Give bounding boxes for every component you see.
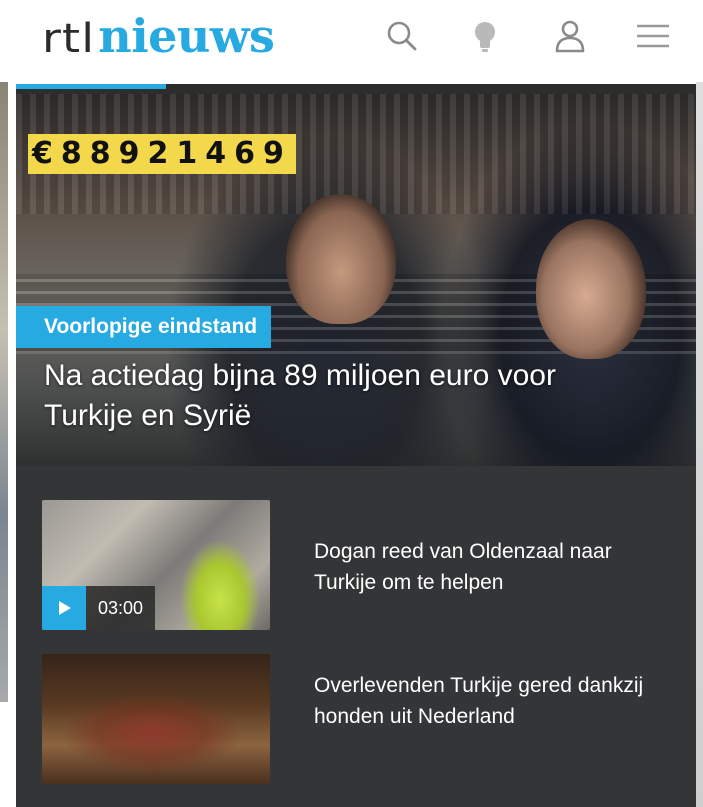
hero-article[interactable]: €88921469 Voorlopige eindstand Na actied… — [16, 84, 696, 466]
site-header: rtl nieuws — [0, 0, 703, 82]
logo-nieuws-text: nieuws — [98, 9, 275, 63]
logo-rtl-text: rtl — [42, 16, 96, 62]
bulb-icon[interactable] — [465, 16, 505, 56]
user-icon[interactable] — [550, 16, 590, 56]
article-title[interactable]: Overlevenden Turkije gered dankzij honde… — [314, 670, 654, 732]
hero-label-badge: Voorlopige eindstand — [16, 306, 272, 348]
article-thumbnail[interactable] — [42, 654, 270, 784]
list-item[interactable]: 03:00 Dogan reed van Oldenzaal naar Turk… — [16, 500, 696, 630]
article-title[interactable]: Dogan reed van Oldenzaal naar Turkije om… — [314, 536, 654, 598]
hero-headline[interactable]: Na actiedag bijna 89 miljoen euro voor T… — [44, 356, 644, 436]
previous-page-edge — [0, 82, 8, 702]
next-page-edge — [696, 82, 703, 807]
search-icon[interactable] — [382, 16, 422, 56]
video-duration: 03:00 — [86, 586, 156, 630]
donation-counter: €88921469 — [28, 134, 296, 174]
list-item[interactable]: Overlevenden Turkije gered dankzij honde… — [16, 654, 696, 784]
article-list: 03:00 Dogan reed van Oldenzaal naar Turk… — [16, 466, 696, 807]
hero-photo-person-left — [286, 194, 396, 324]
donation-counter-value: €88921469 — [28, 134, 296, 174]
rtl-nieuws-logo[interactable]: rtl nieuws — [42, 6, 275, 66]
play-icon[interactable] — [42, 586, 86, 630]
article-thumbnail[interactable]: 03:00 — [42, 500, 270, 630]
menu-icon[interactable] — [633, 16, 673, 56]
hero-accent-bar — [16, 84, 166, 89]
hero-photo-person-right — [536, 219, 646, 359]
